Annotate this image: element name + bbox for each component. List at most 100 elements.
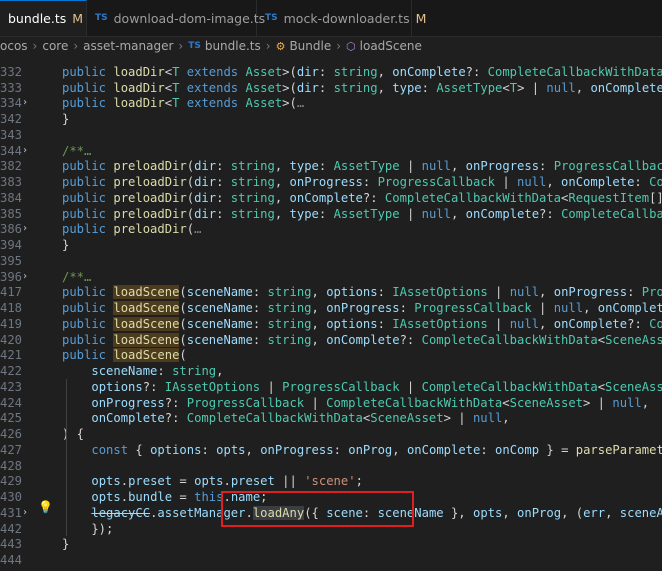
line-number: 386 bbox=[0, 222, 23, 237]
code-text: onComplete?: CompleteCallbackWithData<Sc… bbox=[62, 410, 510, 426]
tab-download-dom-image[interactable]: TS download-dom-image.ts bbox=[87, 0, 265, 36]
code-token: | bbox=[260, 379, 283, 394]
breadcrumb-item[interactable]: ocos bbox=[0, 39, 28, 53]
code-line[interactable]: 443} bbox=[0, 536, 662, 552]
code-token: : bbox=[252, 301, 268, 315]
code-token: dir bbox=[194, 206, 217, 221]
code-token: Asset bbox=[245, 80, 283, 95]
code-line[interactable]: 428 bbox=[0, 458, 662, 474]
typescript-file-icon: TS bbox=[95, 13, 108, 23]
code-line[interactable]: 385 public preloadDir(dir: string, type: … bbox=[0, 206, 662, 222]
code-token: , bbox=[274, 175, 290, 189]
code-token: err bbox=[583, 505, 606, 520]
code-line[interactable]: 421 public loadScene( bbox=[0, 347, 662, 363]
code-token: onProg bbox=[348, 442, 393, 457]
lightbulb-icon[interactable]: 💡 bbox=[38, 500, 53, 514]
code-token: , bbox=[274, 190, 290, 205]
fold-chevron-icon[interactable]: › bbox=[22, 95, 32, 111]
code-token: onComplete bbox=[465, 206, 540, 221]
code-line[interactable]: 342} bbox=[0, 111, 662, 127]
code-token: = bbox=[172, 490, 195, 504]
code-token: , bbox=[502, 411, 510, 426]
code-token: SceneAsset bbox=[509, 395, 583, 410]
code-line[interactable]: 334 › public loadDir<T extends Asset>(… bbox=[0, 95, 662, 111]
code-token: string bbox=[172, 364, 217, 378]
code-line[interactable]: 424 onProgress?: ProgressCallback | Comp… bbox=[0, 395, 662, 411]
code-token: ( bbox=[186, 206, 195, 221]
code-token: onComplete bbox=[561, 175, 635, 189]
line-number: 332 bbox=[0, 64, 23, 79]
code-token: ?: bbox=[142, 379, 165, 394]
code-token: ( bbox=[186, 175, 195, 189]
line-number: 384 bbox=[0, 190, 23, 205]
code-token: : bbox=[216, 206, 231, 221]
code-line[interactable]: 332 public loadDir<T extends Asset>(dir: … bbox=[0, 64, 662, 80]
code-text: sceneName: string, bbox=[62, 363, 223, 379]
code-token: , bbox=[539, 285, 554, 300]
code-text: public loadDir<T extends Asset>(dir: str… bbox=[62, 80, 662, 96]
code-line[interactable]: 419 public loadScene(sceneName: string, o… bbox=[0, 316, 662, 332]
typescript-file-icon: TS bbox=[188, 41, 201, 51]
code-token: ProgressCallback bbox=[553, 159, 662, 174]
code-line[interactable]: 344 › /**… bbox=[0, 143, 662, 159]
code-token: SceneAsset bbox=[370, 411, 444, 426]
code-line[interactable]: 426) { bbox=[0, 426, 662, 442]
code-line[interactable]: 396 › /**… bbox=[0, 269, 662, 285]
code-line[interactable]: 427 const { options: opts, onProgress: o… bbox=[0, 442, 662, 458]
line-number: 419 bbox=[0, 316, 23, 331]
code-token: dir bbox=[296, 64, 319, 79]
code-line[interactable]: 386 › public preloadDir(… bbox=[0, 221, 662, 237]
code-token: ?: bbox=[627, 316, 650, 331]
code-token: bundle bbox=[128, 490, 173, 504]
code-token: opts bbox=[194, 474, 224, 489]
code-line[interactable]: 395 bbox=[0, 253, 662, 269]
breadcrumb: ocos › core › asset-manager › TS bundle.… bbox=[0, 36, 662, 56]
code-token: } = bbox=[539, 442, 576, 457]
code-line[interactable]: 384 public preloadDir(dir: string, onComp… bbox=[0, 190, 662, 206]
code-token: sceneName bbox=[91, 364, 158, 378]
code-token: preloadDir bbox=[113, 175, 187, 189]
breadcrumb-item[interactable]: Bundle bbox=[289, 39, 331, 53]
code-token: : bbox=[201, 442, 217, 457]
code-token: CompleteCallbackWithData bbox=[487, 64, 662, 79]
fold-chevron-icon[interactable]: › bbox=[22, 143, 32, 159]
code-line[interactable]: 382 public preloadDir(dir: string, type: … bbox=[0, 158, 662, 174]
code-token: | bbox=[399, 206, 422, 221]
code-token: onProgress bbox=[91, 395, 165, 410]
code-line[interactable]: 417 public loadScene(sceneName: string, o… bbox=[0, 284, 662, 300]
code-line[interactable]: 383 public preloadDir(dir: string, onProg… bbox=[0, 174, 662, 190]
code-token: options bbox=[326, 316, 378, 331]
code-token: < bbox=[502, 395, 510, 410]
fold-chevron-icon[interactable]: › bbox=[22, 269, 32, 285]
code-line[interactable]: 394} bbox=[0, 237, 662, 253]
fold-chevron-icon[interactable]: › bbox=[22, 505, 32, 521]
code-token: , bbox=[575, 80, 591, 95]
tab-mock-downloader[interactable]: TS mock-downloader.ts M bbox=[257, 0, 426, 36]
line-number: 429 bbox=[0, 474, 23, 489]
tab-bundle-ts[interactable]: bundle.ts M bbox=[0, 0, 87, 36]
code-line[interactable]: 420 public loadScene(sceneName: string, o… bbox=[0, 332, 662, 348]
code-line[interactable]: 425 onComplete?: CompleteCallbackWithDat… bbox=[0, 410, 662, 426]
code-line[interactable]: 444 bbox=[0, 552, 662, 568]
code-token: extends bbox=[179, 64, 246, 79]
typescript-file-icon: TS bbox=[265, 13, 278, 23]
code-line[interactable]: 422 sceneName: string, bbox=[0, 363, 662, 379]
code-line[interactable]: 429 opts.preset = opts.preset || 'scene'… bbox=[0, 473, 662, 489]
code-token: onComplete bbox=[406, 442, 481, 457]
code-token: string bbox=[230, 190, 275, 205]
breadcrumb-item[interactable]: loadScene bbox=[360, 39, 422, 53]
code-token: ?: bbox=[465, 64, 488, 79]
code-line[interactable]: 343 bbox=[0, 127, 662, 143]
code-token: . bbox=[223, 474, 231, 489]
breadcrumb-item[interactable]: core bbox=[42, 39, 68, 53]
code-token: : bbox=[399, 301, 415, 315]
code-line[interactable]: 333 public loadDir<T extends Asset>(dir: … bbox=[0, 80, 662, 96]
breadcrumb-item[interactable]: bundle.ts bbox=[205, 39, 261, 53]
code-line[interactable]: 423 options?: IAssetOptions | ProgressCa… bbox=[0, 379, 662, 395]
code-token: >( bbox=[282, 80, 297, 95]
fold-chevron-icon[interactable]: › bbox=[22, 221, 32, 237]
code-line[interactable]: 418 public loadScene(sceneName: string, o… bbox=[0, 300, 662, 316]
code-token: ProgressCallbac bbox=[641, 285, 662, 300]
breadcrumb-item[interactable]: asset-manager bbox=[83, 39, 173, 53]
code-token: /**… bbox=[62, 143, 92, 158]
